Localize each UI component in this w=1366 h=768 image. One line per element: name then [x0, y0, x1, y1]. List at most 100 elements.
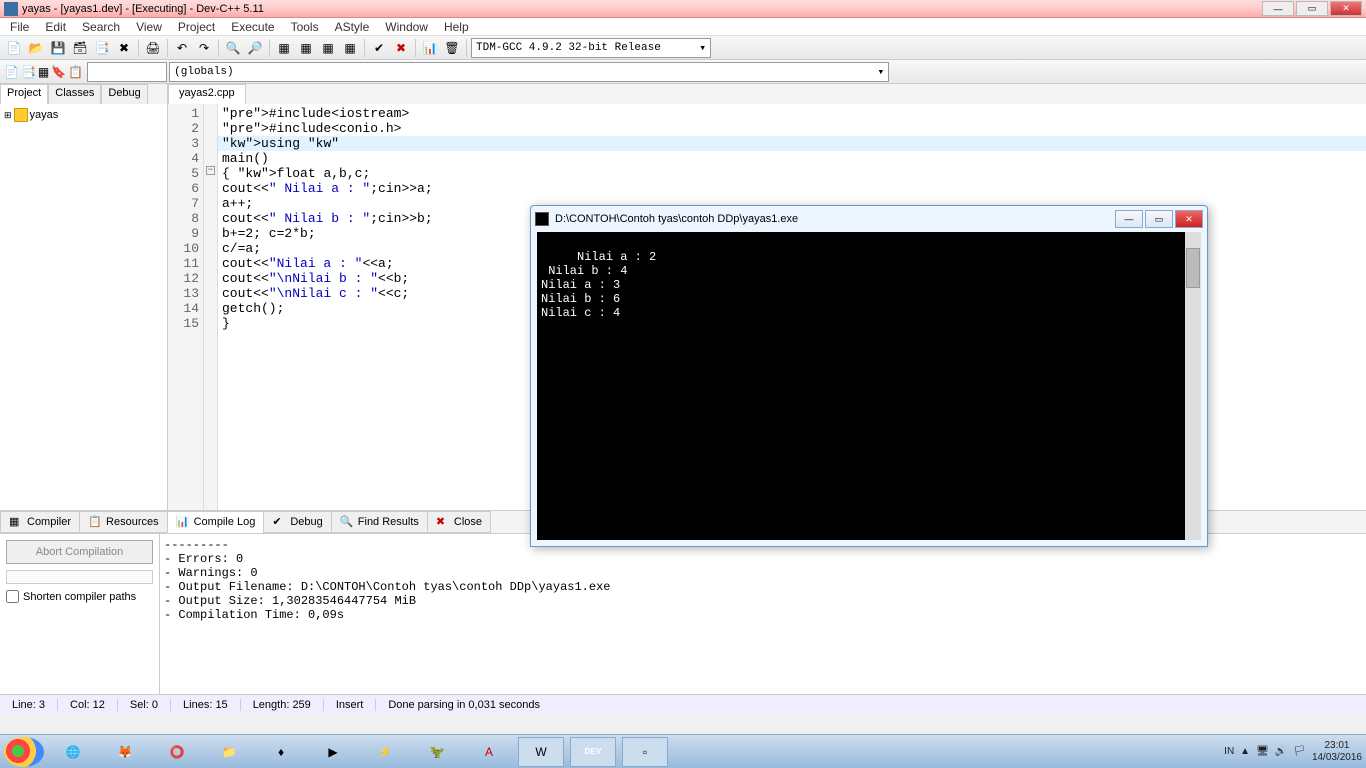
side-panel: Project Classes Debug ⊞ yayas: [0, 84, 168, 510]
line-gutter: 123456789101112131415: [168, 104, 204, 510]
compile-run-button[interactable]: ▦: [318, 38, 338, 58]
bottom-tab-findresults[interactable]: 🔍Find Results: [331, 511, 428, 533]
maximize-button[interactable]: ▭: [1296, 1, 1328, 16]
open-button[interactable]: 📂: [26, 38, 46, 58]
tray-network-icon[interactable]: 🖥: [1256, 746, 1269, 757]
console-close[interactable]: ✕: [1175, 210, 1203, 228]
console-maximize[interactable]: ▭: [1145, 210, 1173, 228]
menu-tools[interactable]: Tools: [283, 18, 327, 36]
bottom-tab-debug[interactable]: ✔Debug: [263, 511, 331, 533]
compilelog-icon: 📊: [176, 515, 190, 529]
taskbar-word[interactable]: W: [518, 737, 564, 767]
stop-button[interactable]: ✖: [391, 38, 411, 58]
console-body[interactable]: Nilai a : 2 Nilai b : 4 Nilai a : 3 Nila…: [537, 232, 1201, 540]
fold-gutter: −: [204, 104, 218, 510]
print-button[interactable]: 🖨: [143, 38, 163, 58]
goto-combo[interactable]: [87, 62, 167, 82]
tray-volume-icon[interactable]: 🔊: [1275, 746, 1287, 757]
side-tab-project[interactable]: Project: [0, 84, 48, 104]
delete-profile-button[interactable]: 🗑: [442, 38, 462, 58]
side-tab-classes[interactable]: Classes: [48, 84, 101, 104]
close-button[interactable]: ✕: [1330, 1, 1362, 16]
new-src-button[interactable]: 📄: [4, 65, 19, 79]
find-button[interactable]: 🔍: [223, 38, 243, 58]
side-tab-debug[interactable]: Debug: [101, 84, 147, 104]
menu-file[interactable]: File: [2, 18, 37, 36]
menu-project[interactable]: Project: [170, 18, 223, 36]
editor-tabs: yayas2.cpp: [168, 84, 1366, 104]
rebuild-button[interactable]: ▦: [340, 38, 360, 58]
tray-lang[interactable]: IN: [1224, 746, 1234, 757]
side-tabs: Project Classes Debug: [0, 84, 167, 104]
system-tray[interactable]: IN ▲ 🖥 🔊 🏳 23:01 14/03/2016: [1224, 740, 1362, 764]
taskbar-winamp[interactable]: ⚡: [362, 737, 408, 767]
save-button[interactable]: 💾: [48, 38, 68, 58]
undo-button[interactable]: ↶: [172, 38, 192, 58]
taskbar-explorer[interactable]: 📁: [206, 737, 252, 767]
status-lines: Lines: 15: [171, 699, 241, 711]
console-thumb[interactable]: [1186, 248, 1200, 288]
tray-clock[interactable]: 23:01 14/03/2016: [1312, 740, 1362, 764]
tree-root[interactable]: ⊞ yayas: [4, 108, 163, 122]
compile-button[interactable]: ▦: [274, 38, 294, 58]
taskbar-cmd[interactable]: ▫: [622, 737, 668, 767]
menu-search[interactable]: Search: [74, 18, 128, 36]
tray-action-icon[interactable]: 🏳: [1293, 746, 1306, 757]
menu-view[interactable]: View: [128, 18, 170, 36]
minimize-button[interactable]: —: [1262, 1, 1294, 16]
log-area: Abort Compilation Shorten compiler paths…: [0, 534, 1366, 694]
expand-icon[interactable]: ⊞: [4, 110, 12, 121]
fold-marker[interactable]: −: [206, 166, 215, 175]
console-title-text: D:\CONTOH\Contoh tyas\contoh DDp\yayas1.…: [555, 213, 798, 225]
menu-help[interactable]: Help: [436, 18, 477, 36]
menu-window[interactable]: Window: [377, 18, 436, 36]
debug-button[interactable]: ✔: [369, 38, 389, 58]
menu-edit[interactable]: Edit: [37, 18, 74, 36]
start-button[interactable]: [4, 737, 44, 767]
console-titlebar[interactable]: D:\CONTOH\Contoh tyas\contoh DDp\yayas1.…: [531, 206, 1207, 232]
bottom-tab-close[interactable]: ✖Close: [427, 511, 491, 533]
abort-button[interactable]: Abort Compilation: [6, 540, 153, 564]
project-tree[interactable]: ⊞ yayas: [0, 104, 167, 510]
taskbar-app2[interactable]: ▶: [310, 737, 356, 767]
bookmark-button[interactable]: 🔖: [51, 65, 66, 79]
taskbar-app1[interactable]: ♦: [258, 737, 304, 767]
resources-icon: 📋: [88, 515, 102, 529]
log-body[interactable]: --------- - Errors: 0 - Warnings: 0 - Ou…: [160, 534, 1366, 694]
taskbar-devcpp[interactable]: DEV: [570, 737, 616, 767]
run-button[interactable]: ▦: [296, 38, 316, 58]
shorten-paths-check[interactable]: Shorten compiler paths: [6, 590, 153, 603]
redo-button[interactable]: ↷: [194, 38, 214, 58]
taskbar-adobe[interactable]: A: [466, 737, 512, 767]
globals-combo[interactable]: (globals)▾: [169, 62, 889, 82]
console-minimize[interactable]: —: [1115, 210, 1143, 228]
taskbar-chrome[interactable]: ⭕: [154, 737, 200, 767]
profile-button[interactable]: 📊: [420, 38, 440, 58]
taskbar-app3[interactable]: 🦖: [414, 737, 460, 767]
menu-execute[interactable]: Execute: [223, 18, 282, 36]
taskbar-ie[interactable]: 🌐: [50, 737, 96, 767]
insert-button[interactable]: ▦: [38, 65, 49, 79]
compiler-combo[interactable]: TDM-GCC 4.9.2 32-bit Release▾: [471, 38, 711, 58]
console-window[interactable]: D:\CONTOH\Contoh tyas\contoh DDp\yayas1.…: [530, 205, 1208, 547]
taskbar-firefox[interactable]: 🦊: [102, 737, 148, 767]
console-output: Nilai a : 2 Nilai b : 4 Nilai a : 3 Nila…: [541, 250, 656, 320]
bottom-tab-compiler[interactable]: ▦Compiler: [0, 511, 80, 533]
console-scrollbar[interactable]: [1185, 232, 1201, 540]
status-col: Col: 12: [58, 699, 118, 711]
tray-flag-icon[interactable]: ▲: [1240, 746, 1250, 757]
editor-tab[interactable]: yayas2.cpp: [168, 84, 246, 104]
saveall-button[interactable]: 🗃: [70, 38, 90, 58]
menu-astyle[interactable]: AStyle: [327, 18, 378, 36]
close-file-button[interactable]: ✖: [114, 38, 134, 58]
bottom-tab-resources[interactable]: 📋Resources: [79, 511, 168, 533]
saveas-button[interactable]: 📑: [92, 38, 112, 58]
goto-button[interactable]: 📋: [68, 65, 83, 79]
new-button[interactable]: 📄: [4, 38, 24, 58]
bottom-tab-compilelog[interactable]: 📊Compile Log: [167, 511, 265, 533]
app-icon: [4, 2, 18, 16]
project-label: yayas: [30, 109, 59, 121]
new-proj-button[interactable]: 📑: [21, 65, 36, 79]
replace-button[interactable]: 🔎: [245, 38, 265, 58]
shorten-paths-checkbox[interactable]: [6, 590, 19, 603]
